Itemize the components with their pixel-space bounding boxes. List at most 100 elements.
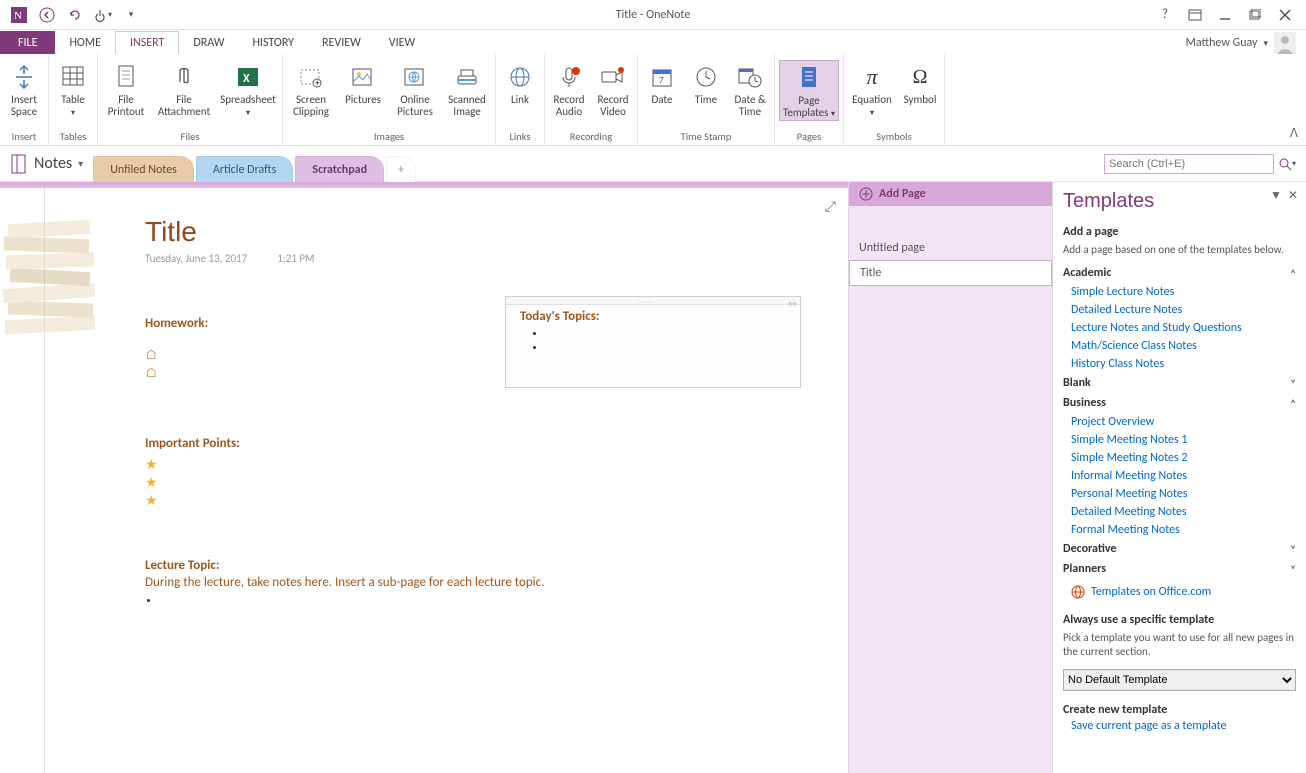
homework-heading[interactable]: Homework:	[145, 316, 208, 331]
back-button[interactable]	[34, 3, 60, 27]
pictures-button[interactable]: Pictures	[339, 60, 387, 106]
template-link[interactable]: Simple Meeting Notes 2	[1063, 449, 1296, 467]
category-academic[interactable]: Academic˄	[1063, 263, 1296, 283]
link-button[interactable]: Link	[500, 60, 540, 106]
user-account[interactable]: Matthew Guay ▾	[1186, 32, 1306, 54]
symbol-button[interactable]: Ω Symbol	[900, 60, 940, 106]
lecture-list[interactable]	[160, 593, 163, 607]
page-list-item-untitled[interactable]: Untitled page	[849, 236, 1052, 260]
search-scope-button[interactable]: ▾	[1278, 155, 1296, 173]
templates-office-link[interactable]: Templates on Office.com	[1063, 579, 1296, 601]
topics-heading: Today's Topics:	[506, 305, 800, 326]
chevron-up-icon: ˄	[1290, 397, 1296, 410]
touch-mode-button[interactable]: ▾	[90, 3, 116, 27]
help-button[interactable]: ?	[1152, 3, 1178, 27]
template-link[interactable]: History Class Notes	[1063, 355, 1296, 373]
tab-history[interactable]: HISTORY	[238, 31, 308, 54]
add-section-button[interactable]: +	[386, 156, 416, 182]
page-templates-button[interactable]: Page Templates ▾	[779, 60, 839, 121]
tab-review[interactable]: REVIEW	[308, 31, 375, 54]
qat-customize-button[interactable]: ▾	[118, 3, 144, 27]
undo-button[interactable]	[62, 3, 88, 27]
date-icon: 7	[647, 62, 677, 92]
default-template-select[interactable]: No Default Template	[1063, 669, 1296, 691]
record-video-button[interactable]: Record Video	[593, 60, 633, 118]
template-link[interactable]: Detailed Lecture Notes	[1063, 301, 1296, 319]
page-canvas[interactable]: ⤢ Title Tuesday, June 13, 2017 1:21 PM H…	[0, 182, 848, 773]
templates-pane: ▼ ✕ Templates Add a page Add a page base…	[1052, 182, 1306, 773]
ribbon-tabs: FILE HOME INSERT DRAW HISTORY REVIEW VIE…	[0, 30, 1306, 54]
template-link[interactable]: Personal Meeting Notes	[1063, 485, 1296, 503]
lecture-topic-heading[interactable]: Lecture Topic:	[145, 558, 219, 573]
template-link[interactable]: Project Overview	[1063, 413, 1296, 431]
notebook-dropdown[interactable]: Notes ▾	[0, 154, 93, 174]
tab-view[interactable]: VIEW	[375, 31, 429, 54]
attachment-icon	[169, 62, 199, 92]
category-business[interactable]: Business˄	[1063, 393, 1296, 413]
template-link[interactable]: Simple Meeting Notes 1	[1063, 431, 1296, 449]
template-link[interactable]: Math/Science Class Notes	[1063, 337, 1296, 355]
section-tab-drafts[interactable]: Article Drafts	[196, 156, 293, 182]
save-as-template-link[interactable]: Save current page as a template	[1063, 717, 1296, 735]
category-blank[interactable]: Blank˅	[1063, 373, 1296, 393]
category-planners[interactable]: Planners˅	[1063, 559, 1296, 579]
tab-home[interactable]: HOME	[55, 31, 115, 54]
category-decorative[interactable]: Decorative˅	[1063, 539, 1296, 559]
template-link[interactable]: Detailed Meeting Notes	[1063, 503, 1296, 521]
section-tab-unfiled[interactable]: Unfiled Notes	[93, 156, 194, 182]
tab-draw[interactable]: DRAW	[179, 31, 238, 54]
add-page-icon	[859, 187, 873, 201]
pane-close-button[interactable]: ✕	[1288, 188, 1298, 203]
search-input[interactable]	[1104, 154, 1274, 174]
maximize-button[interactable]	[1242, 3, 1268, 27]
homework-list[interactable]: ⌂ ⌂	[145, 346, 157, 382]
file-printout-button[interactable]: File Printout	[102, 60, 150, 118]
section-tab-scratchpad[interactable]: Scratchpad	[295, 156, 384, 182]
full-page-view-button[interactable]	[1182, 3, 1208, 27]
date-button[interactable]: 7 Date	[642, 60, 682, 106]
container-drag-handle[interactable]: ∙∙∙∙∙ ↔	[506, 297, 800, 305]
equation-button[interactable]: π Equation▾	[848, 60, 896, 119]
file-attachment-button[interactable]: File Attachment	[154, 60, 214, 118]
svg-text:7: 7	[659, 75, 664, 86]
spreadsheet-button[interactable]: X Spreadsheet▾	[218, 60, 278, 119]
tab-file[interactable]: FILE	[0, 31, 55, 54]
datetime-button[interactable]: Date & Time	[730, 60, 770, 118]
online-pictures-button[interactable]: Online Pictures	[391, 60, 439, 118]
pane-options-button[interactable]: ▼	[1270, 188, 1282, 203]
topics-container[interactable]: ∙∙∙∙∙ ↔ Today's Topics:	[505, 296, 801, 388]
always-use-heading: Always use a specific template	[1063, 613, 1296, 627]
important-list[interactable]: ★ ★ ★	[145, 456, 158, 510]
equation-icon: π	[857, 62, 887, 92]
link-icon	[505, 62, 535, 92]
add-page-button[interactable]: Add Page	[849, 182, 1052, 206]
record-audio-button[interactable]: Record Audio	[549, 60, 589, 118]
important-heading[interactable]: Important Points:	[145, 436, 240, 451]
insert-space-button[interactable]: Insert Space	[4, 60, 44, 118]
add-page-heading: Add a page	[1063, 225, 1296, 239]
screen-clipping-button[interactable]: + Screen Clipping	[287, 60, 335, 118]
template-link[interactable]: Lecture Notes and Study Questions	[1063, 319, 1296, 337]
table-icon	[58, 62, 88, 92]
add-page-desc: Add a page based on one of the templates…	[1063, 243, 1296, 257]
template-link[interactable]: Simple Lecture Notes	[1063, 283, 1296, 301]
page-title[interactable]: Title	[145, 216, 197, 248]
collapse-ribbon-button[interactable]: ᐱ	[1290, 126, 1298, 141]
template-link[interactable]: Formal Meeting Notes	[1063, 521, 1296, 539]
time-button[interactable]: Time	[686, 60, 726, 106]
page-templates-icon	[794, 63, 824, 93]
minimize-button[interactable]	[1212, 3, 1238, 27]
close-button[interactable]	[1272, 3, 1298, 27]
page-list-item-title[interactable]: Title	[849, 260, 1052, 286]
lecture-topic-text[interactable]: During the lecture, take notes here. Ins…	[145, 575, 544, 590]
page-date[interactable]: Tuesday, June 13, 2017	[145, 252, 247, 265]
scanned-image-button[interactable]: Scanned Image	[443, 60, 491, 118]
page-time[interactable]: 1:21 PM	[277, 252, 314, 265]
expand-page-button[interactable]: ⤢	[825, 198, 836, 215]
chevron-up-icon: ˄	[1290, 267, 1296, 280]
topics-list[interactable]	[546, 326, 800, 354]
template-link[interactable]: Informal Meeting Notes	[1063, 467, 1296, 485]
table-button[interactable]: Table▾	[53, 60, 93, 119]
tab-insert[interactable]: INSERT	[115, 31, 179, 54]
record-audio-icon	[554, 62, 584, 92]
